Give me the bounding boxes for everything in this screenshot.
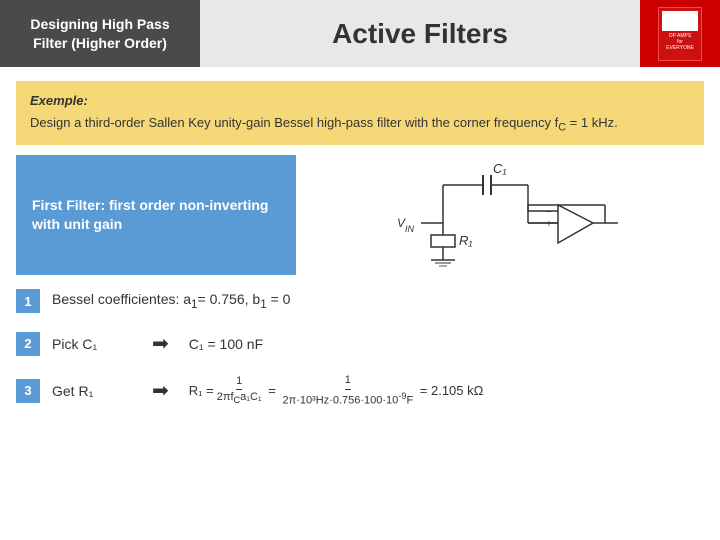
svg-text:−: − [546, 207, 552, 218]
circuit-svg: C₁ VIN R₁ [322, 155, 704, 275]
book-cover: OP AMPSforEVERYONE [650, 4, 710, 64]
book-text: OP AMPSforEVERYONE [666, 33, 694, 51]
step-2-number: 2 [16, 332, 40, 356]
formula-result: = 2.105 kΩ [416, 383, 483, 398]
first-filter-box: First Filter: first order non-inverting … [16, 155, 296, 275]
step-2-row: 2 Pick C₁ ➡ C₁ = 100 nF [16, 331, 704, 356]
step-1-row: 1 Bessel coefficientes: a1= 0.756, b1 = … [16, 289, 704, 313]
step-3-formula: R₁ = 1 2πfCa₁C₁ = 1 2π·10³Hz·0.756·100·1… [189, 374, 484, 407]
step-1-number: 1 [16, 289, 40, 313]
step-2-text: Pick C₁ [52, 336, 132, 352]
step-3-number: 3 [16, 379, 40, 403]
svg-text:+: + [546, 219, 552, 230]
frac2: 1 2π·10³Hz·0.756·100·10-9F [282, 374, 413, 407]
example-text-content: Design a third-order Sallen Key unity-ga… [30, 115, 558, 130]
page-title: Active Filters [332, 18, 508, 50]
header: Designing High Pass Filter (Higher Order… [0, 0, 720, 67]
svg-text:R₁: R₁ [459, 233, 473, 248]
example-text: Design a third-order Sallen Key unity-ga… [30, 113, 690, 136]
step-3-row: 3 Get R₁ ➡ R₁ = 1 2πfCa₁C₁ = 1 2π·10³Hz·… [16, 374, 704, 407]
steps-area: 1 Bessel coefficientes: a1= 0.756, b1 = … [16, 289, 704, 407]
formula-r1-eq: R₁ = [189, 383, 214, 398]
header-center: Active Filters [200, 0, 640, 67]
example-subscript: C [558, 121, 566, 133]
example-text2: = 1 kHz. [566, 115, 618, 130]
frac2-den: 2π·10³Hz·0.756·100·10-9F [282, 390, 413, 408]
content-area: First Filter: first order non-inverting … [16, 155, 704, 275]
step-3-text: Get R₁ [52, 383, 132, 399]
header-right: OP AMPSforEVERYONE [640, 0, 720, 67]
c1-label: C₁ [493, 161, 507, 176]
step-3-arrow: ➡ [152, 378, 169, 403]
step-1-text: Bessel coefficientes: a1= 0.756, b1 = 0 [52, 291, 290, 311]
frac1: 1 2πfCa₁C₁ [217, 375, 262, 406]
book-icon: OP AMPSforEVERYONE [658, 7, 702, 61]
circuit-diagram: C₁ VIN R₁ [312, 155, 704, 275]
frac1-num: 1 [236, 375, 242, 390]
header-left-title: Designing High Pass Filter (Higher Order… [0, 0, 200, 67]
svg-text:VIN: VIN [397, 216, 415, 234]
example-label: Exemple: [30, 91, 690, 111]
step-2-arrow: ➡ [152, 331, 169, 356]
first-filter-label: First Filter: first order non-inverting … [32, 196, 280, 235]
frac1-den: 2πfCa₁C₁ [217, 390, 262, 406]
step-2-result: C₁ = 100 nF [189, 336, 263, 352]
frac2-num: 1 [345, 374, 351, 389]
formula-equals: = [265, 383, 280, 398]
example-box: Exemple: Design a third-order Sallen Key… [16, 81, 704, 145]
left-title-text: Designing High Pass Filter (Higher Order… [12, 15, 188, 51]
